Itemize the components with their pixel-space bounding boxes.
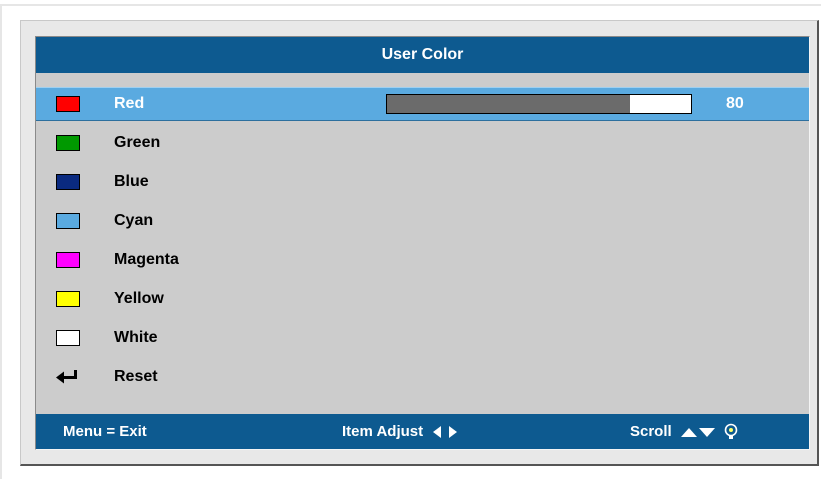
menu-item-label: White (114, 329, 158, 346)
footer-bar: Menu = Exit Item Adjust Scroll (36, 414, 809, 449)
white-swatch-icon (56, 330, 80, 346)
scroll-label: Scroll (630, 423, 672, 440)
menu-title-bar: User Color (36, 37, 809, 73)
menu-item-label: Blue (114, 173, 149, 190)
window-frame-top (0, 4, 821, 6)
menu-item-label: Magenta (114, 251, 179, 268)
green-swatch-icon (56, 135, 80, 151)
menu-item-label: Cyan (114, 212, 154, 229)
menu-item-label: Red (114, 95, 145, 112)
menu-item-reset[interactable]: Reset (36, 360, 809, 394)
menu-title: User Color (381, 46, 464, 63)
osd-menu-panel: User Color Red 80 Green Blue Cyan Magent… (20, 20, 819, 466)
menu-item-blue[interactable]: Blue (36, 165, 809, 199)
red-level-slider[interactable] (386, 94, 692, 114)
red-swatch-icon (56, 96, 80, 112)
menu-item-yellow[interactable]: Yellow (36, 282, 809, 316)
menu-item-white[interactable]: White (36, 321, 809, 355)
up-down-arrows-icon (680, 427, 715, 437)
item-adjust-hint: Item Adjust (342, 414, 459, 449)
scroll-hint: Scroll (630, 414, 738, 449)
menu-exit-hint: Menu = Exit (63, 414, 147, 449)
slider-value: 80 (726, 95, 744, 112)
menu-exit-label: Menu = Exit (63, 423, 147, 440)
osd-menu-inner: User Color Red 80 Green Blue Cyan Magent… (35, 36, 810, 450)
menu-item-green[interactable]: Green (36, 126, 809, 160)
enter-icon (56, 370, 77, 384)
menu-item-label: Reset (114, 368, 158, 385)
slider-fill (387, 95, 631, 113)
menu-item-label: Green (114, 134, 161, 151)
menu-item-red[interactable]: Red 80 (36, 87, 809, 121)
left-right-arrows-icon (433, 425, 458, 438)
blue-swatch-icon (56, 174, 80, 190)
magenta-swatch-icon (56, 252, 80, 268)
lightbulb-icon (724, 423, 737, 439)
item-adjust-label: Item Adjust (342, 423, 424, 440)
yellow-swatch-icon (56, 291, 80, 307)
menu-item-cyan[interactable]: Cyan (36, 204, 809, 238)
menu-item-magenta[interactable]: Magenta (36, 243, 809, 277)
cyan-swatch-icon (56, 213, 80, 229)
menu-item-label: Yellow (114, 290, 164, 307)
window-frame-left (0, 4, 2, 479)
